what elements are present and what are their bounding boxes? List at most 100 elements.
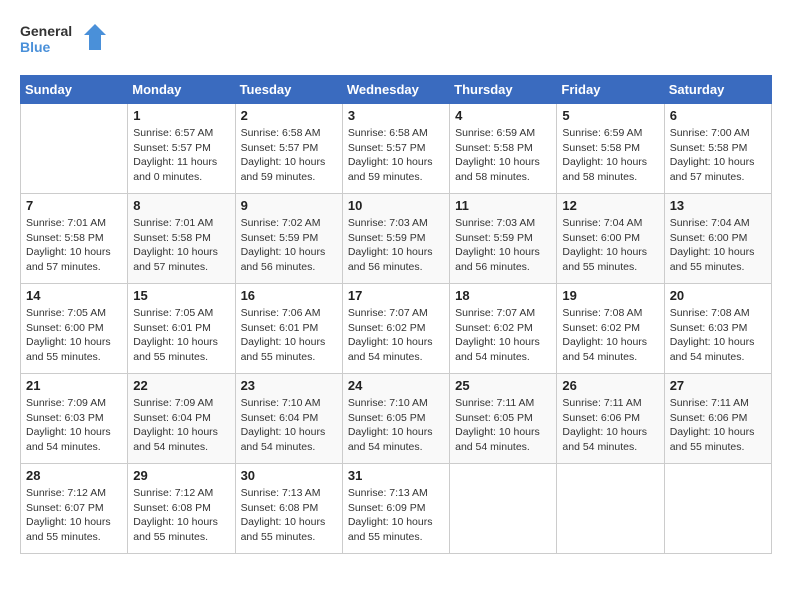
day-info: Sunrise: 6:57 AMSunset: 5:57 PMDaylight:… (133, 126, 229, 185)
calendar-cell: 26Sunrise: 7:11 AMSunset: 6:06 PMDayligh… (557, 374, 664, 464)
day-info: Sunrise: 7:02 AMSunset: 5:59 PMDaylight:… (241, 216, 337, 275)
calendar-cell: 10 Sunrise: 7:03 AMSunset: 5:59 PMDayligh… (342, 194, 449, 284)
day-info: Sunrise: 7:08 AMSunset: 6:02 PMDaylight:… (562, 306, 658, 365)
calendar-cell: 6Sunrise: 7:00 AMSunset: 5:58 PMDaylight… (664, 104, 771, 194)
calendar-cell: 5Sunrise: 6:59 AMSunset: 5:58 PMDaylight… (557, 104, 664, 194)
day-number: 20 (670, 288, 766, 303)
day-number: 7 (26, 198, 122, 213)
calendar-cell: 29 Sunrise: 7:12 AMSunset: 6:08 PMDayligh… (128, 464, 235, 554)
day-info: Sunrise: 7:05 AMSunset: 6:00 PMDaylight:… (26, 306, 122, 365)
calendar-cell: 21 Sunrise: 7:09 AMSunset: 6:03 PMDayligh… (21, 374, 128, 464)
calendar-cell: 8 Sunrise: 7:01 AMSunset: 5:58 PMDaylight… (128, 194, 235, 284)
day-info: Sunrise: 7:04 AMSunset: 6:00 PMDaylight:… (670, 216, 766, 275)
day-number: 23 (241, 378, 337, 393)
day-number: 6 (670, 108, 766, 123)
day-info: Sunrise: 6:58 AMSunset: 5:57 PMDaylight:… (348, 126, 444, 185)
calendar-cell: 25Sunrise: 7:11 AMSunset: 6:05 PMDayligh… (450, 374, 557, 464)
calendar-cell: 17Sunrise: 7:07 AMSunset: 6:02 PMDayligh… (342, 284, 449, 374)
logo-icon: General Blue (20, 20, 110, 65)
day-number: 9 (241, 198, 337, 213)
calendar-cell (21, 104, 128, 194)
day-number: 4 (455, 108, 551, 123)
header-day-wednesday: Wednesday (342, 76, 449, 104)
day-info: Sunrise: 7:12 AMSunset: 6:08 PMDaylight:… (133, 486, 229, 545)
day-number: 18 (455, 288, 551, 303)
day-number: 8 (133, 198, 229, 213)
calendar-cell: 15 Sunrise: 7:05 AMSunset: 6:01 PMDayligh… (128, 284, 235, 374)
calendar-cell: 24 Sunrise: 7:10 AMSunset: 6:05 PMDayligh… (342, 374, 449, 464)
day-info: Sunrise: 7:09 AMSunset: 6:03 PMDaylight:… (26, 396, 122, 455)
day-number: 31 (348, 468, 444, 483)
day-info: Sunrise: 7:10 AMSunset: 6:04 PMDaylight:… (241, 396, 337, 455)
calendar-cell: 3 Sunrise: 6:58 AMSunset: 5:57 PMDaylight… (342, 104, 449, 194)
day-number: 29 (133, 468, 229, 483)
day-number: 1 (133, 108, 229, 123)
day-info: Sunrise: 6:59 AMSunset: 5:58 PMDaylight:… (455, 126, 551, 185)
calendar-cell: 18 Sunrise: 7:07 AMSunset: 6:02 PMDayligh… (450, 284, 557, 374)
day-number: 24 (348, 378, 444, 393)
calendar-cell: 9 Sunrise: 7:02 AMSunset: 5:59 PMDaylight… (235, 194, 342, 284)
calendar-cell: 22 Sunrise: 7:09 AMSunset: 6:04 PMDayligh… (128, 374, 235, 464)
day-number: 10 (348, 198, 444, 213)
calendar-cell: 11 Sunrise: 7:03 AMSunset: 5:59 PMDayligh… (450, 194, 557, 284)
day-number: 25 (455, 378, 551, 393)
header-day-friday: Friday (557, 76, 664, 104)
header-day-monday: Monday (128, 76, 235, 104)
day-number: 16 (241, 288, 337, 303)
calendar-cell: 31 Sunrise: 7:13 AMSunset: 6:09 PMDayligh… (342, 464, 449, 554)
logo: General Blue (20, 20, 110, 65)
week-row-3: 14 Sunrise: 7:05 AMSunset: 6:00 PMDayligh… (21, 284, 772, 374)
header: General Blue (20, 20, 772, 65)
day-number: 21 (26, 378, 122, 393)
day-info: Sunrise: 7:01 AMSunset: 5:58 PMDaylight:… (133, 216, 229, 275)
calendar-cell: 13Sunrise: 7:04 AMSunset: 6:00 PMDayligh… (664, 194, 771, 284)
calendar-cell: 14 Sunrise: 7:05 AMSunset: 6:00 PMDayligh… (21, 284, 128, 374)
day-number: 22 (133, 378, 229, 393)
calendar-cell: 7 Sunrise: 7:01 AMSunset: 5:58 PMDaylight… (21, 194, 128, 284)
day-number: 15 (133, 288, 229, 303)
day-info: Sunrise: 7:12 AMSunset: 6:07 PMDaylight:… (26, 486, 122, 545)
calendar-cell: 28Sunrise: 7:12 AMSunset: 6:07 PMDayligh… (21, 464, 128, 554)
day-info: Sunrise: 6:59 AMSunset: 5:58 PMDaylight:… (562, 126, 658, 185)
calendar-cell: 1 Sunrise: 6:57 AMSunset: 5:57 PMDaylight… (128, 104, 235, 194)
calendar-cell: 27 Sunrise: 7:11 AMSunset: 6:06 PMDayligh… (664, 374, 771, 464)
header-day-saturday: Saturday (664, 76, 771, 104)
day-info: Sunrise: 7:06 AMSunset: 6:01 PMDaylight:… (241, 306, 337, 365)
day-info: Sunrise: 7:09 AMSunset: 6:04 PMDaylight:… (133, 396, 229, 455)
day-number: 14 (26, 288, 122, 303)
day-info: Sunrise: 7:07 AMSunset: 6:02 PMDaylight:… (455, 306, 551, 365)
calendar-cell: 2Sunrise: 6:58 AMSunset: 5:57 PMDaylight… (235, 104, 342, 194)
day-info: Sunrise: 7:08 AMSunset: 6:03 PMDaylight:… (670, 306, 766, 365)
day-info: Sunrise: 7:13 AMSunset: 6:09 PMDaylight:… (348, 486, 444, 545)
day-number: 3 (348, 108, 444, 123)
week-row-5: 28Sunrise: 7:12 AMSunset: 6:07 PMDayligh… (21, 464, 772, 554)
day-number: 12 (562, 198, 658, 213)
day-info: Sunrise: 7:01 AMSunset: 5:58 PMDaylight:… (26, 216, 122, 275)
day-number: 19 (562, 288, 658, 303)
day-info: Sunrise: 7:03 AMSunset: 5:59 PMDaylight:… (348, 216, 444, 275)
day-number: 30 (241, 468, 337, 483)
day-info: Sunrise: 7:10 AMSunset: 6:05 PMDaylight:… (348, 396, 444, 455)
day-info: Sunrise: 7:07 AMSunset: 6:02 PMDaylight:… (348, 306, 444, 365)
calendar-cell: 23 Sunrise: 7:10 AMSunset: 6:04 PMDayligh… (235, 374, 342, 464)
header-day-tuesday: Tuesday (235, 76, 342, 104)
header-day-sunday: Sunday (21, 76, 128, 104)
day-info: Sunrise: 6:58 AMSunset: 5:57 PMDaylight:… (241, 126, 337, 185)
day-info: Sunrise: 7:05 AMSunset: 6:01 PMDaylight:… (133, 306, 229, 365)
calendar-cell (664, 464, 771, 554)
day-info: Sunrise: 7:11 AMSunset: 6:06 PMDaylight:… (670, 396, 766, 455)
day-info: Sunrise: 7:03 AMSunset: 5:59 PMDaylight:… (455, 216, 551, 275)
day-number: 27 (670, 378, 766, 393)
calendar-cell: 30Sunrise: 7:13 AMSunset: 6:08 PMDayligh… (235, 464, 342, 554)
calendar-cell: 12Sunrise: 7:04 AMSunset: 6:00 PMDayligh… (557, 194, 664, 284)
day-number: 11 (455, 198, 551, 213)
header-day-thursday: Thursday (450, 76, 557, 104)
calendar-cell: 4 Sunrise: 6:59 AMSunset: 5:58 PMDaylight… (450, 104, 557, 194)
header-row: SundayMondayTuesdayWednesdayThursdayFrid… (21, 76, 772, 104)
week-row-4: 21 Sunrise: 7:09 AMSunset: 6:03 PMDayligh… (21, 374, 772, 464)
calendar-cell (450, 464, 557, 554)
calendar-cell (557, 464, 664, 554)
calendar-cell: 19 Sunrise: 7:08 AMSunset: 6:02 PMDayligh… (557, 284, 664, 374)
week-row-2: 7 Sunrise: 7:01 AMSunset: 5:58 PMDaylight… (21, 194, 772, 284)
day-info: Sunrise: 7:11 AMSunset: 6:06 PMDaylight:… (562, 396, 658, 455)
